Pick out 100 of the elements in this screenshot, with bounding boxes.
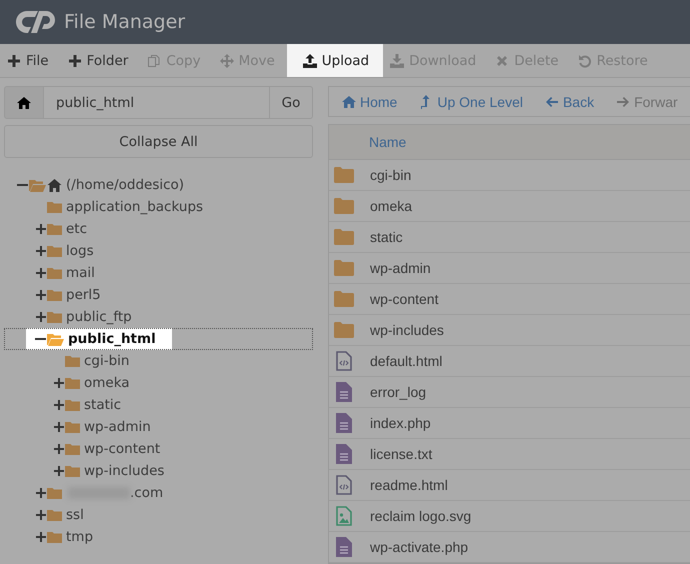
document-icon xyxy=(336,413,352,433)
file-name: readme.html xyxy=(370,477,448,493)
collapse-all-button[interactable]: Collapse All xyxy=(4,125,313,158)
logo-icon xyxy=(14,8,58,36)
folder-name[interactable]: mail xyxy=(66,265,95,281)
code-file-icon xyxy=(336,351,352,371)
file-row[interactable]: wp-content xyxy=(329,284,690,315)
upload-icon xyxy=(302,54,317,68)
folder-icon xyxy=(47,223,62,235)
folder-name[interactable]: wp-includes xyxy=(84,463,164,479)
file-row[interactable]: default.html xyxy=(329,346,690,377)
file-row[interactable]: reclaim logo.svg xyxy=(329,501,690,532)
folder-name[interactable]: ssl xyxy=(66,507,84,523)
back-arrow-icon xyxy=(544,94,559,108)
document-icon xyxy=(336,444,352,464)
folder-name[interactable]: omeka xyxy=(84,375,130,391)
open-folder-icon xyxy=(29,178,46,192)
path-field[interactable]: public_html xyxy=(44,86,269,119)
folder-icon xyxy=(65,377,80,389)
toolbar-button[interactable]: Upload xyxy=(286,44,384,77)
file-row[interactable]: readme.html xyxy=(329,470,690,501)
document-icon xyxy=(336,382,352,402)
expand-icon[interactable] xyxy=(54,400,64,410)
go-button[interactable]: Go xyxy=(269,86,313,119)
folder-icon xyxy=(65,465,80,477)
file-name: error_log xyxy=(370,384,426,400)
expand-icon[interactable] xyxy=(36,224,46,234)
expand-icon[interactable] xyxy=(36,312,46,322)
file-name: static xyxy=(370,229,403,245)
folder-icon xyxy=(334,229,354,245)
folder-icon xyxy=(65,399,80,411)
file-name: wp-admin xyxy=(370,260,431,276)
expand-icon[interactable] xyxy=(54,422,64,432)
folder-name[interactable]: public_ftp xyxy=(66,309,132,325)
app-title: File Manager xyxy=(64,11,186,33)
folder-name[interactable]: static xyxy=(84,397,122,413)
folder-icon xyxy=(47,531,62,543)
folder-icon xyxy=(47,267,62,279)
folder-icon xyxy=(65,421,80,433)
file-row[interactable]: wp-includes xyxy=(329,315,690,346)
file-name: license.txt xyxy=(370,446,432,462)
expand-icon[interactable] xyxy=(36,510,46,520)
expand-icon[interactable] xyxy=(54,444,64,454)
folder-name[interactable]: cgi-bin xyxy=(84,353,130,369)
folder-name[interactable]: tmp xyxy=(66,529,94,545)
move-icon xyxy=(220,54,234,68)
file-row[interactable]: cgi-bin xyxy=(329,160,690,191)
file-row[interactable]: index.php xyxy=(329,408,690,439)
file-row[interactable]: static xyxy=(329,222,690,253)
folder-icon xyxy=(47,509,62,521)
close-icon xyxy=(495,54,510,68)
home-button[interactable] xyxy=(4,86,44,119)
folder-name[interactable]: .com xyxy=(130,485,164,501)
document-icon xyxy=(336,537,352,557)
toolbar-button[interactable]: File xyxy=(0,44,61,77)
folder-icon xyxy=(65,355,80,367)
expand-icon[interactable] xyxy=(54,378,64,388)
file-name: cgi-bin xyxy=(370,167,412,183)
file-name: reclaim logo.svg xyxy=(370,508,472,524)
code-file-icon xyxy=(336,475,352,495)
nav-link[interactable]: Home xyxy=(342,94,398,110)
toolbar-button[interactable]: Folder xyxy=(60,44,140,77)
nav-link[interactable]: Up One Level xyxy=(419,94,523,110)
file-name: default.html xyxy=(370,353,442,369)
undo-icon xyxy=(578,54,592,68)
column-header[interactable]: Name xyxy=(369,134,406,150)
expand-icon[interactable] xyxy=(36,290,46,300)
nav-link[interactable]: Back xyxy=(544,94,594,110)
file-name: wp-content xyxy=(370,291,438,307)
file-row[interactable]: wp-admin xyxy=(329,253,690,284)
folder-name[interactable]: perl5 xyxy=(66,287,101,303)
file-row[interactable]: license.txt xyxy=(329,439,690,470)
folder-icon xyxy=(334,322,354,338)
folder-icon xyxy=(334,291,354,307)
folder-icon xyxy=(47,487,62,499)
expand-icon[interactable] xyxy=(36,268,46,278)
folder-icon xyxy=(65,443,80,455)
home-icon xyxy=(17,96,31,110)
folder-name[interactable]: application_backups xyxy=(66,199,204,215)
home-icon xyxy=(342,94,356,108)
folder-name[interactable]: (/home/oddesico) xyxy=(66,177,184,193)
folder-name[interactable]: logs xyxy=(66,243,94,259)
file-name: omeka xyxy=(370,198,412,214)
file-name: wp-activate.php xyxy=(370,539,468,555)
file-row[interactable]: omeka xyxy=(329,191,690,222)
folder-icon xyxy=(334,167,354,183)
file-name: wp-includes xyxy=(370,322,444,338)
folder-icon xyxy=(334,198,354,214)
file-row[interactable]: wp-activate.php xyxy=(329,532,690,563)
folder-icon xyxy=(47,311,62,323)
forward-arrow-icon xyxy=(616,94,630,108)
expand-icon[interactable] xyxy=(36,488,46,498)
plus-icon xyxy=(68,54,82,68)
expand-icon[interactable] xyxy=(54,466,64,476)
file-row[interactable]: error_log xyxy=(329,377,690,408)
folder-name[interactable]: etc xyxy=(66,221,88,237)
expand-icon[interactable] xyxy=(36,532,46,542)
folder-name[interactable]: wp-admin xyxy=(84,419,151,435)
expand-icon[interactable] xyxy=(36,246,46,256)
folder-name[interactable]: wp-content xyxy=(84,441,160,457)
